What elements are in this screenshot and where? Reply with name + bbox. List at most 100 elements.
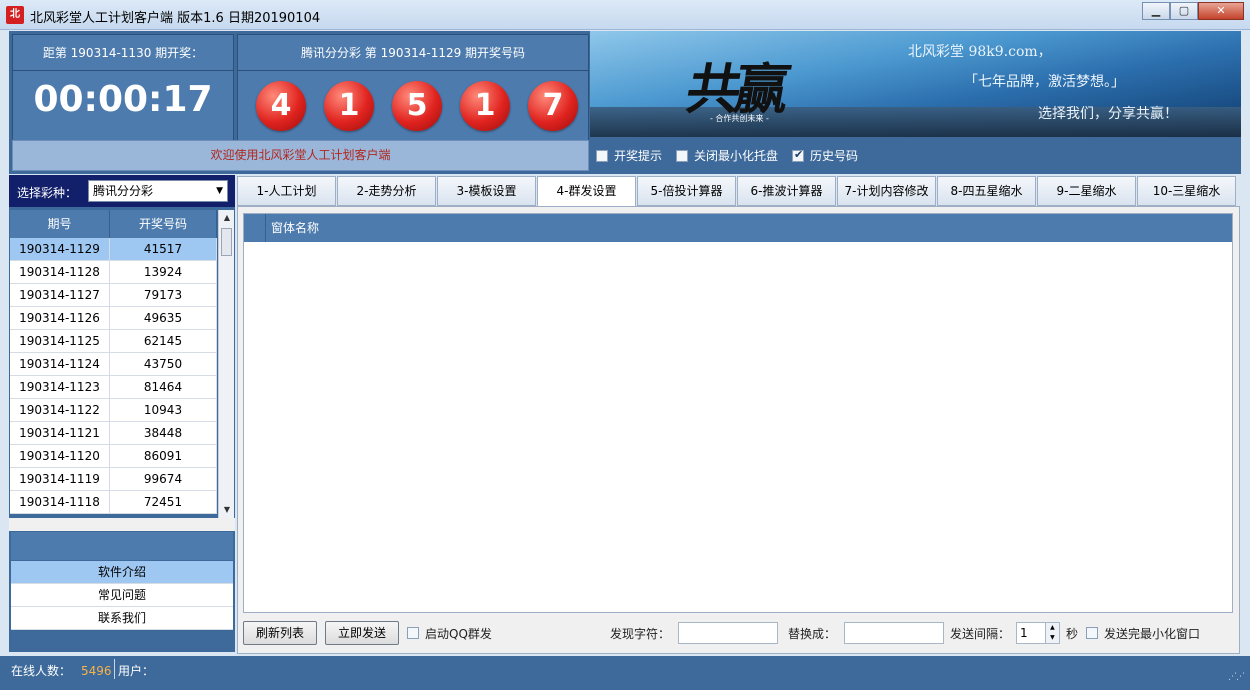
- table-row[interactable]: 190314-1123 81464: [10, 376, 217, 399]
- tab-bet-calculator[interactable]: 5-倍投计算器: [637, 176, 736, 206]
- close-to-tray-checkbox[interactable]: [676, 149, 689, 162]
- option-draw-alert[interactable]: 开奖提示: [596, 147, 662, 164]
- table-row[interactable]: 190314-1128 13924: [10, 261, 217, 284]
- lottery-label: 选择彩种：: [17, 186, 78, 200]
- tab-plan-content-edit[interactable]: 7-计划内容修改: [837, 176, 936, 206]
- table-row[interactable]: 190314-1129 41517: [10, 238, 217, 261]
- minimize-button[interactable]: ▁: [1142, 2, 1170, 20]
- tab-wave-calculator[interactable]: 6-推波计算器: [737, 176, 836, 206]
- replace-with-input[interactable]: [843, 622, 944, 644]
- period-cell: 190314-1119: [10, 468, 110, 490]
- online-users-label: 在线人数：: [11, 664, 72, 678]
- option-qq-group-send[interactable]: 启动QQ群发: [407, 625, 492, 642]
- left-panel: 选择彩种： 腾讯分分彩 ▼ 期号 开奖号码 190314-1129 41517 1…: [9, 175, 235, 652]
- draw-ball: 4: [256, 81, 306, 131]
- tab-3-star-reduce[interactable]: 10-三星缩水: [1137, 176, 1236, 206]
- app-logo-icon: 北: [6, 6, 24, 24]
- minimize-after-send-checkbox[interactable]: [1086, 627, 1098, 639]
- period-cell: 190314-1122: [10, 399, 110, 421]
- left-panel-spacer: [9, 518, 235, 531]
- send-controls-bar: 刷新列表 立即发送 启动QQ群发 发现字符： 替换成： 发送间隔： 1 ▲ ▼ …: [243, 617, 1233, 649]
- maximize-button[interactable]: ▢: [1170, 2, 1198, 20]
- send-interval-stepper[interactable]: 1 ▲ ▼: [1015, 622, 1060, 644]
- menu-item-faq[interactable]: 常见问题: [11, 584, 233, 607]
- table-row[interactable]: 190314-1120 86091: [10, 445, 217, 468]
- scroll-up-icon[interactable]: ▲: [219, 210, 235, 226]
- top-info-area: 距第 190314-1130 期开奖： 00:00:17 腾讯分分彩 第 190…: [9, 31, 1241, 174]
- history-scrollbar[interactable]: ▲ ▼: [218, 210, 234, 518]
- menu-item-intro[interactable]: 软件介绍: [11, 561, 233, 584]
- welcome-message: 欢迎使用北风彩堂人工计划客户端: [12, 140, 589, 171]
- history-numbers-checkbox[interactable]: [792, 148, 805, 162]
- tab-group-send-settings[interactable]: 4-群发设置: [537, 176, 636, 207]
- period-cell: 190314-1124: [10, 353, 110, 375]
- window-list[interactable]: 窗体名称: [243, 213, 1233, 613]
- promo-banner: 共赢 - 合作共创未来 - 北风彩堂 98k9.com， 「七年品牌，激活梦想。…: [590, 31, 1241, 137]
- banner-slogan-3: 选择我们，分享共赢！: [1038, 106, 1178, 122]
- table-row[interactable]: 190314-1118 72451: [10, 491, 217, 514]
- banner-calligraphy-sub: - 合作共创未来 -: [710, 114, 769, 123]
- window-list-header: 窗体名称: [244, 214, 1232, 242]
- tab-manual-plan[interactable]: 1-人工计划: [237, 176, 336, 206]
- list-header-gutter: [244, 214, 266, 242]
- close-button[interactable]: ✕: [1198, 2, 1244, 20]
- tab-template-settings[interactable]: 3-模板设置: [437, 176, 536, 206]
- draw-ball: 5: [392, 81, 442, 131]
- banner-slogan-1: 北风彩堂 98k9.com，: [908, 44, 1052, 60]
- numbers-cell: 49635: [110, 307, 217, 329]
- tab-trend-analysis[interactable]: 2-走势分析: [337, 176, 436, 206]
- status-bar: 在线人数： 5496 用户： ⋰⋰: [0, 656, 1250, 690]
- qq-group-send-checkbox[interactable]: [407, 627, 420, 639]
- table-row[interactable]: 190314-1119 99674: [10, 468, 217, 491]
- options-bar: 开奖提示 关闭最小化托盘 历史号码: [590, 140, 1241, 171]
- qq-group-send-label: 启动QQ群发: [425, 626, 492, 641]
- table-row[interactable]: 190314-1127 79173: [10, 284, 217, 307]
- window-controls: ▁ ▢ ✕: [1142, 2, 1244, 20]
- table-row[interactable]: 190314-1122 10943: [10, 399, 217, 422]
- title-bar: 北 北风彩堂人工计划客户端 版本1.6 日期20190104 ▁ ▢ ✕: [0, 0, 1250, 30]
- period-cell: 190314-1121: [10, 422, 110, 444]
- scrollbar-thumb[interactable]: [221, 228, 232, 256]
- period-cell: 190314-1129: [10, 238, 110, 260]
- numbers-cell: 81464: [110, 376, 217, 398]
- table-row[interactable]: 190314-1124 43750: [10, 353, 217, 376]
- tab-2-star-reduce[interactable]: 9-二星缩水: [1037, 176, 1136, 206]
- option-minimize-after-send[interactable]: 发送完最小化窗口: [1086, 625, 1200, 642]
- find-text-input[interactable]: [677, 622, 778, 644]
- table-row[interactable]: 190314-1126 49635: [10, 307, 217, 330]
- period-cell: 190314-1118: [10, 491, 110, 513]
- tab-45-star-reduce[interactable]: 8-四五星缩水: [937, 176, 1036, 206]
- option-close-to-tray[interactable]: 关闭最小化托盘: [676, 147, 778, 164]
- draw-alert-checkbox[interactable]: [596, 149, 608, 162]
- dropdown-arrow-icon[interactable]: ▼: [216, 181, 223, 201]
- numbers-cell: 79173: [110, 284, 217, 306]
- refresh-list-button[interactable]: 刷新列表: [243, 621, 318, 645]
- table-row[interactable]: 190314-1121 38448: [10, 422, 217, 445]
- interval-unit-label: 秒: [1065, 626, 1078, 641]
- numbers-cell: 86091: [110, 445, 217, 467]
- scroll-down-icon[interactable]: ▼: [219, 502, 235, 518]
- online-users-count: 5496: [81, 664, 112, 678]
- send-now-button[interactable]: 立即发送: [325, 621, 400, 645]
- draw-alert-label: 开奖提示: [614, 149, 663, 163]
- minimize-after-send-label: 发送完最小化窗口: [1104, 626, 1201, 641]
- group-send-panel: 窗体名称 刷新列表 立即发送 启动QQ群发 发现字符： 替换成： 发送间隔： 1…: [237, 206, 1240, 654]
- period-cell: 190314-1120: [10, 445, 110, 467]
- column-header-numbers[interactable]: 开奖号码: [110, 210, 217, 238]
- period-cell: 190314-1123: [10, 376, 110, 398]
- period-cell: 190314-1128: [10, 261, 110, 283]
- stepper-down-icon[interactable]: ▼: [1044, 633, 1059, 643]
- option-history-numbers[interactable]: 历史号码: [792, 147, 858, 164]
- stepper-up-icon[interactable]: ▲: [1044, 623, 1059, 633]
- resize-grip-icon[interactable]: ⋰⋰: [1228, 672, 1245, 682]
- user-label: 用户：: [118, 664, 155, 678]
- countdown-timer: 00:00:17: [33, 79, 213, 120]
- draw-balls: 4 1 5 1 7: [256, 81, 578, 131]
- draw-ball: 7: [528, 81, 578, 131]
- menu-item-contact[interactable]: 联系我们: [11, 607, 233, 630]
- period-cell: 190314-1127: [10, 284, 110, 306]
- column-header-period[interactable]: 期号: [10, 210, 110, 238]
- table-row[interactable]: 190314-1125 62145: [10, 330, 217, 353]
- lottery-select[interactable]: 腾讯分分彩 ▼: [88, 180, 228, 202]
- column-header-window-name[interactable]: 窗体名称: [266, 214, 319, 242]
